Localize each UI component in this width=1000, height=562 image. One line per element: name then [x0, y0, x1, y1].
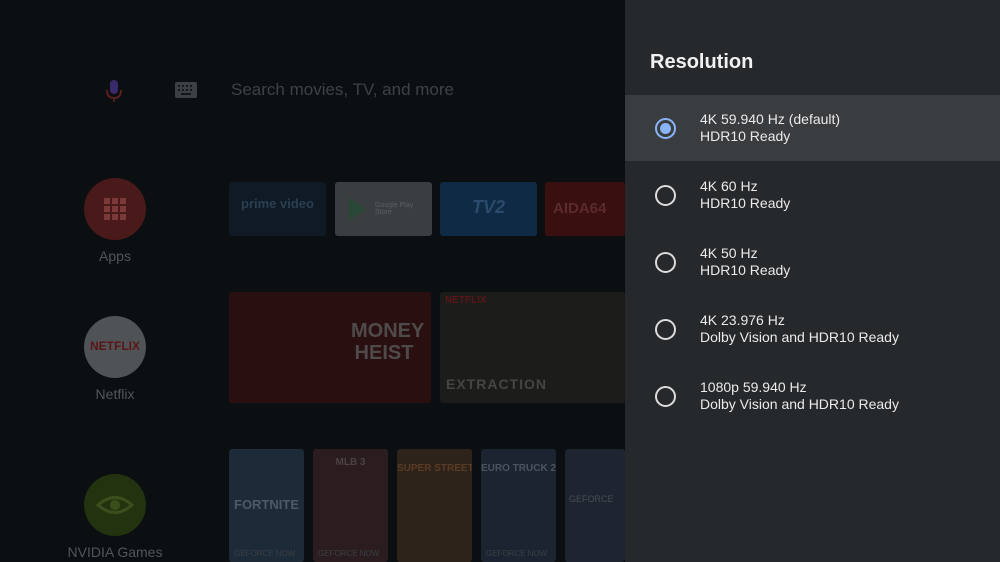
keyboard-icon[interactable] — [175, 82, 197, 98]
radio-selected-icon[interactable] — [655, 118, 676, 139]
search-bar[interactable]: Search movies, TV, and more — [0, 72, 625, 108]
nvidia-eye-icon — [84, 474, 146, 536]
option-subtitle: HDR10 Ready — [700, 195, 791, 211]
option-subtitle: Dolby Vision and HDR10 Ready — [700, 329, 899, 345]
mlb-tile[interactable]: MLB 3 GEFORCE NOW — [313, 449, 388, 562]
aida64-tile[interactable]: AIDA64 — [545, 182, 625, 236]
netflix-logo-text: NETFLIX — [90, 339, 140, 353]
prime-video-tile[interactable]: prime video — [229, 182, 326, 236]
tv-screen: Search movies, TV, and more Apps NETFLIX… — [0, 0, 1000, 562]
option-title: 4K 23.976 Hz — [700, 312, 785, 328]
play-store-icon — [349, 198, 367, 220]
apps-grid-icon — [84, 178, 146, 240]
resolution-option-4k-23976[interactable]: 4K 23.976 Hz Dolby Vision and HDR10 Read… — [625, 296, 1000, 362]
fortnite-tile[interactable]: FORTNITE GEFORCE NOW — [229, 449, 304, 562]
resolution-option-4k-60[interactable]: 4K 60 Hz HDR10 Ready — [625, 162, 1000, 228]
extraction-title: EXTRACTION — [446, 376, 547, 392]
option-title: 4K 59.940 Hz (default) — [700, 111, 841, 127]
fortnite-title: FORTNITE — [234, 497, 299, 512]
apps-label: Apps — [99, 248, 131, 264]
resolution-option-4k-59940[interactable]: 4K 59.940 Hz (default) HDR10 Ready — [625, 95, 1000, 161]
mlb-title: MLB 3 — [335, 457, 366, 468]
radio-unselected-icon[interactable] — [655, 386, 676, 407]
prime-video-logo: prime video — [241, 196, 314, 211]
tv2-tile[interactable]: TV2 — [440, 182, 537, 236]
panel-title: Resolution — [650, 51, 754, 73]
play-store-label: Google Play Store — [375, 202, 414, 216]
aida64-logo: AIDA64 — [553, 200, 607, 217]
option-subtitle: HDR10 Ready — [700, 128, 791, 144]
netflix-app[interactable]: NETFLIX Netflix — [60, 316, 170, 402]
nvidia-games-label: NVIDIA Games — [67, 544, 163, 560]
street-fighter-tile[interactable]: SUPER STREET 5 — [397, 449, 472, 562]
geforce-now-badge: GEFORCE NOW — [234, 549, 296, 558]
option-subtitle: Dolby Vision and HDR10 Ready — [700, 396, 899, 412]
street-fighter-title: SUPER STREET 5 — [397, 463, 472, 474]
extraction-tile[interactable]: NETFLIX EXTRACTION — [440, 292, 625, 403]
option-title: 4K 60 Hz — [700, 178, 758, 194]
nvidia-games-app[interactable]: NVIDIA Games — [60, 474, 170, 560]
tv2-logo: TV2 — [471, 197, 505, 217]
netflix-badge: NETFLIX — [445, 295, 487, 306]
search-placeholder: Search movies, TV, and more — [231, 80, 455, 99]
money-heist-tile[interactable]: MONEY HEIST — [229, 292, 431, 403]
apps-launcher[interactable]: Apps — [60, 178, 170, 264]
radio-unselected-icon[interactable] — [655, 185, 676, 206]
euro-truck-tile[interactable]: EURO TRUCK 2 GEFORCE NOW — [481, 449, 556, 562]
option-title: 1080p 59.940 Hz — [700, 379, 807, 395]
netflix-logo-icon: NETFLIX — [84, 316, 146, 378]
geforce-tile-title: GEFORCE — [569, 494, 614, 504]
home-screen-dimmed: Search movies, TV, and more Apps NETFLIX… — [0, 0, 625, 562]
money-heist-title: MONEY HEIST — [351, 320, 425, 364]
geforce-now-badge: GEFORCE NOW — [318, 549, 380, 558]
geforce-tile[interactable]: GEFORCE — [565, 449, 625, 562]
microphone-icon[interactable] — [104, 78, 124, 104]
option-title: 4K 50 Hz — [700, 245, 758, 261]
geforce-now-badge: GEFORCE NOW — [486, 549, 548, 558]
euro-truck-title: EURO TRUCK 2 — [481, 463, 556, 474]
netflix-label: Netflix — [95, 386, 135, 402]
radio-unselected-icon[interactable] — [655, 319, 676, 340]
resolution-option-4k-50[interactable]: 4K 50 Hz HDR10 Ready — [625, 229, 1000, 295]
radio-unselected-icon[interactable] — [655, 252, 676, 273]
resolution-option-1080p-59940[interactable]: 1080p 59.940 Hz Dolby Vision and HDR10 R… — [625, 363, 1000, 429]
play-store-tile[interactable]: Google Play Store — [335, 182, 432, 236]
option-subtitle: HDR10 Ready — [700, 262, 791, 278]
resolution-panel: Resolution 4K 59.940 Hz (default) HDR10 … — [625, 0, 1000, 562]
